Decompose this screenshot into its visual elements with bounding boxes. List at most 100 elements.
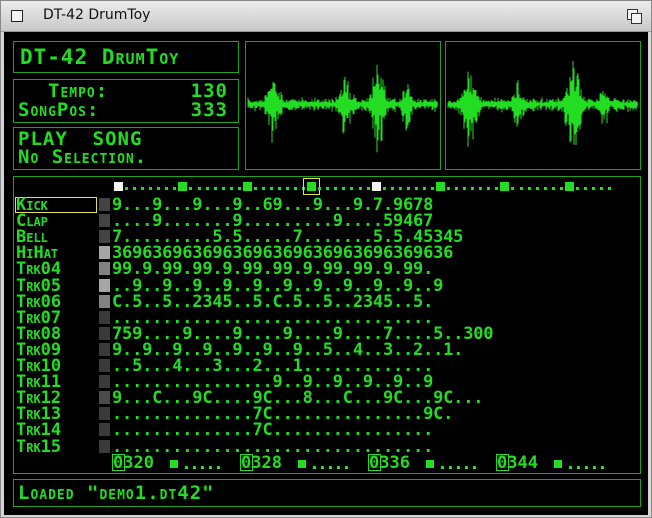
track-level-meter bbox=[99, 246, 110, 260]
beat-dot bbox=[294, 187, 298, 190]
beat-marker bbox=[242, 182, 252, 191]
beat-marker bbox=[371, 182, 381, 191]
position-marker bbox=[554, 460, 562, 468]
beat-dot bbox=[334, 187, 338, 190]
position-label: 0328 bbox=[241, 453, 282, 473]
beat-dot bbox=[487, 187, 491, 190]
beat-dot bbox=[414, 187, 418, 190]
beat-dot bbox=[422, 187, 426, 190]
beat-marker bbox=[178, 182, 188, 191]
window-title: DT-42 DrumToy bbox=[43, 7, 151, 23]
beat-dot bbox=[221, 187, 225, 190]
beat-dot bbox=[430, 187, 434, 190]
beat-dot bbox=[527, 187, 531, 190]
close-icon[interactable] bbox=[11, 10, 23, 22]
beat-dot bbox=[559, 187, 563, 190]
track-level-meter bbox=[99, 278, 110, 292]
app-name-panel: DT-42 DrumToy bbox=[13, 41, 239, 73]
track-level-meter bbox=[99, 375, 110, 389]
track-level-meter bbox=[99, 214, 110, 228]
beat-dot bbox=[447, 187, 451, 190]
beat-dot bbox=[197, 187, 201, 190]
iconify-icon[interactable] bbox=[627, 9, 642, 24]
track-level-meter bbox=[99, 310, 110, 324]
position-dot bbox=[329, 466, 332, 469]
position-dot bbox=[601, 466, 604, 469]
track-steps[interactable]: 99.9.99.99.9.99.99.9.99.99.9.99. bbox=[112, 261, 433, 278]
position-dot bbox=[585, 466, 588, 469]
beat-dot bbox=[173, 187, 177, 190]
beat-dot bbox=[342, 187, 346, 190]
track-level-meter bbox=[99, 391, 110, 405]
scope-left bbox=[245, 41, 441, 170]
beat-dot bbox=[326, 187, 330, 190]
track-level-meter bbox=[99, 439, 110, 453]
position-dot bbox=[217, 466, 220, 469]
track-level-meter bbox=[99, 359, 110, 372]
beat-dot bbox=[463, 187, 467, 190]
beat-dot bbox=[543, 187, 547, 190]
beat-dot bbox=[165, 187, 169, 190]
beat-dot bbox=[318, 187, 322, 190]
message-bar: Loaded "demo1.dt42" bbox=[13, 479, 641, 507]
position-dot bbox=[209, 466, 212, 469]
message-text: Loaded "demo1.dt42" bbox=[18, 482, 215, 504]
position-dot bbox=[201, 466, 204, 469]
position-marker bbox=[298, 460, 306, 468]
beat-dot bbox=[350, 187, 354, 190]
beat-dot bbox=[205, 187, 209, 190]
beat-dot bbox=[398, 187, 402, 190]
beat-dot bbox=[495, 187, 499, 190]
transport-panel: Tempo: 130 SongPos: 333 bbox=[13, 79, 239, 123]
beat-dot bbox=[535, 187, 539, 190]
position-label: 0336 bbox=[369, 453, 410, 473]
beat-dot bbox=[253, 187, 257, 190]
beat-dot bbox=[261, 187, 265, 190]
track-level-meter bbox=[99, 407, 110, 421]
position-dot bbox=[321, 466, 324, 469]
track-label[interactable]: Trk15 bbox=[16, 438, 61, 455]
position-dot bbox=[465, 466, 468, 469]
status-panel: PLAY SONG No Selection. bbox=[13, 127, 239, 170]
beat-dot bbox=[591, 187, 595, 190]
position-dot bbox=[569, 466, 572, 469]
beat-dot bbox=[189, 187, 193, 190]
beat-dot bbox=[133, 187, 137, 190]
position-marker bbox=[426, 460, 434, 468]
waveform-left bbox=[247, 64, 438, 153]
track-steps[interactable]: ..............7C................ bbox=[112, 422, 433, 439]
status-line-2: No Selection. bbox=[18, 146, 148, 168]
beat-dot bbox=[608, 187, 612, 190]
track-label[interactable]: Trk04 bbox=[16, 261, 61, 278]
position-dot bbox=[313, 466, 316, 469]
position-dot bbox=[457, 466, 460, 469]
beat-dot bbox=[471, 187, 475, 190]
position-dot bbox=[449, 466, 452, 469]
position-dot bbox=[473, 466, 476, 469]
app-name: DT-42 DrumToy bbox=[20, 45, 180, 69]
lcd-screen: DT-42 DrumToy Tempo: 130 SongPos: 333 PL… bbox=[4, 32, 648, 515]
track-level-meter bbox=[99, 326, 110, 340]
beat-dot bbox=[551, 187, 555, 190]
track-level-meter bbox=[99, 230, 110, 244]
position-dot bbox=[337, 466, 340, 469]
beat-dot bbox=[600, 187, 603, 190]
pattern-editor[interactable]: Kick 9...9...9...9..69...9...9.7.9678 Clap… bbox=[13, 176, 641, 474]
beat-dot bbox=[269, 187, 273, 190]
position-dot bbox=[577, 466, 580, 469]
beat-dot bbox=[278, 187, 281, 190]
track-label[interactable]: Trk14 bbox=[16, 422, 61, 439]
beat-dot bbox=[237, 187, 241, 190]
app-window: DT-42 DrumToy DT-42 DrumToy Tempo: 130 S… bbox=[0, 0, 652, 518]
beat-dot bbox=[366, 187, 370, 190]
beat-marker bbox=[500, 182, 510, 191]
beat-dot bbox=[141, 187, 145, 190]
position-label: 0320 bbox=[113, 453, 154, 473]
beat-dot bbox=[157, 187, 161, 190]
track-level-meter bbox=[99, 262, 110, 276]
track-level-meter bbox=[99, 342, 110, 356]
title-bar[interactable]: DT-42 DrumToy bbox=[1, 1, 651, 32]
beat-dot bbox=[519, 187, 523, 190]
position-dot bbox=[193, 466, 196, 469]
position-dot bbox=[345, 466, 348, 469]
